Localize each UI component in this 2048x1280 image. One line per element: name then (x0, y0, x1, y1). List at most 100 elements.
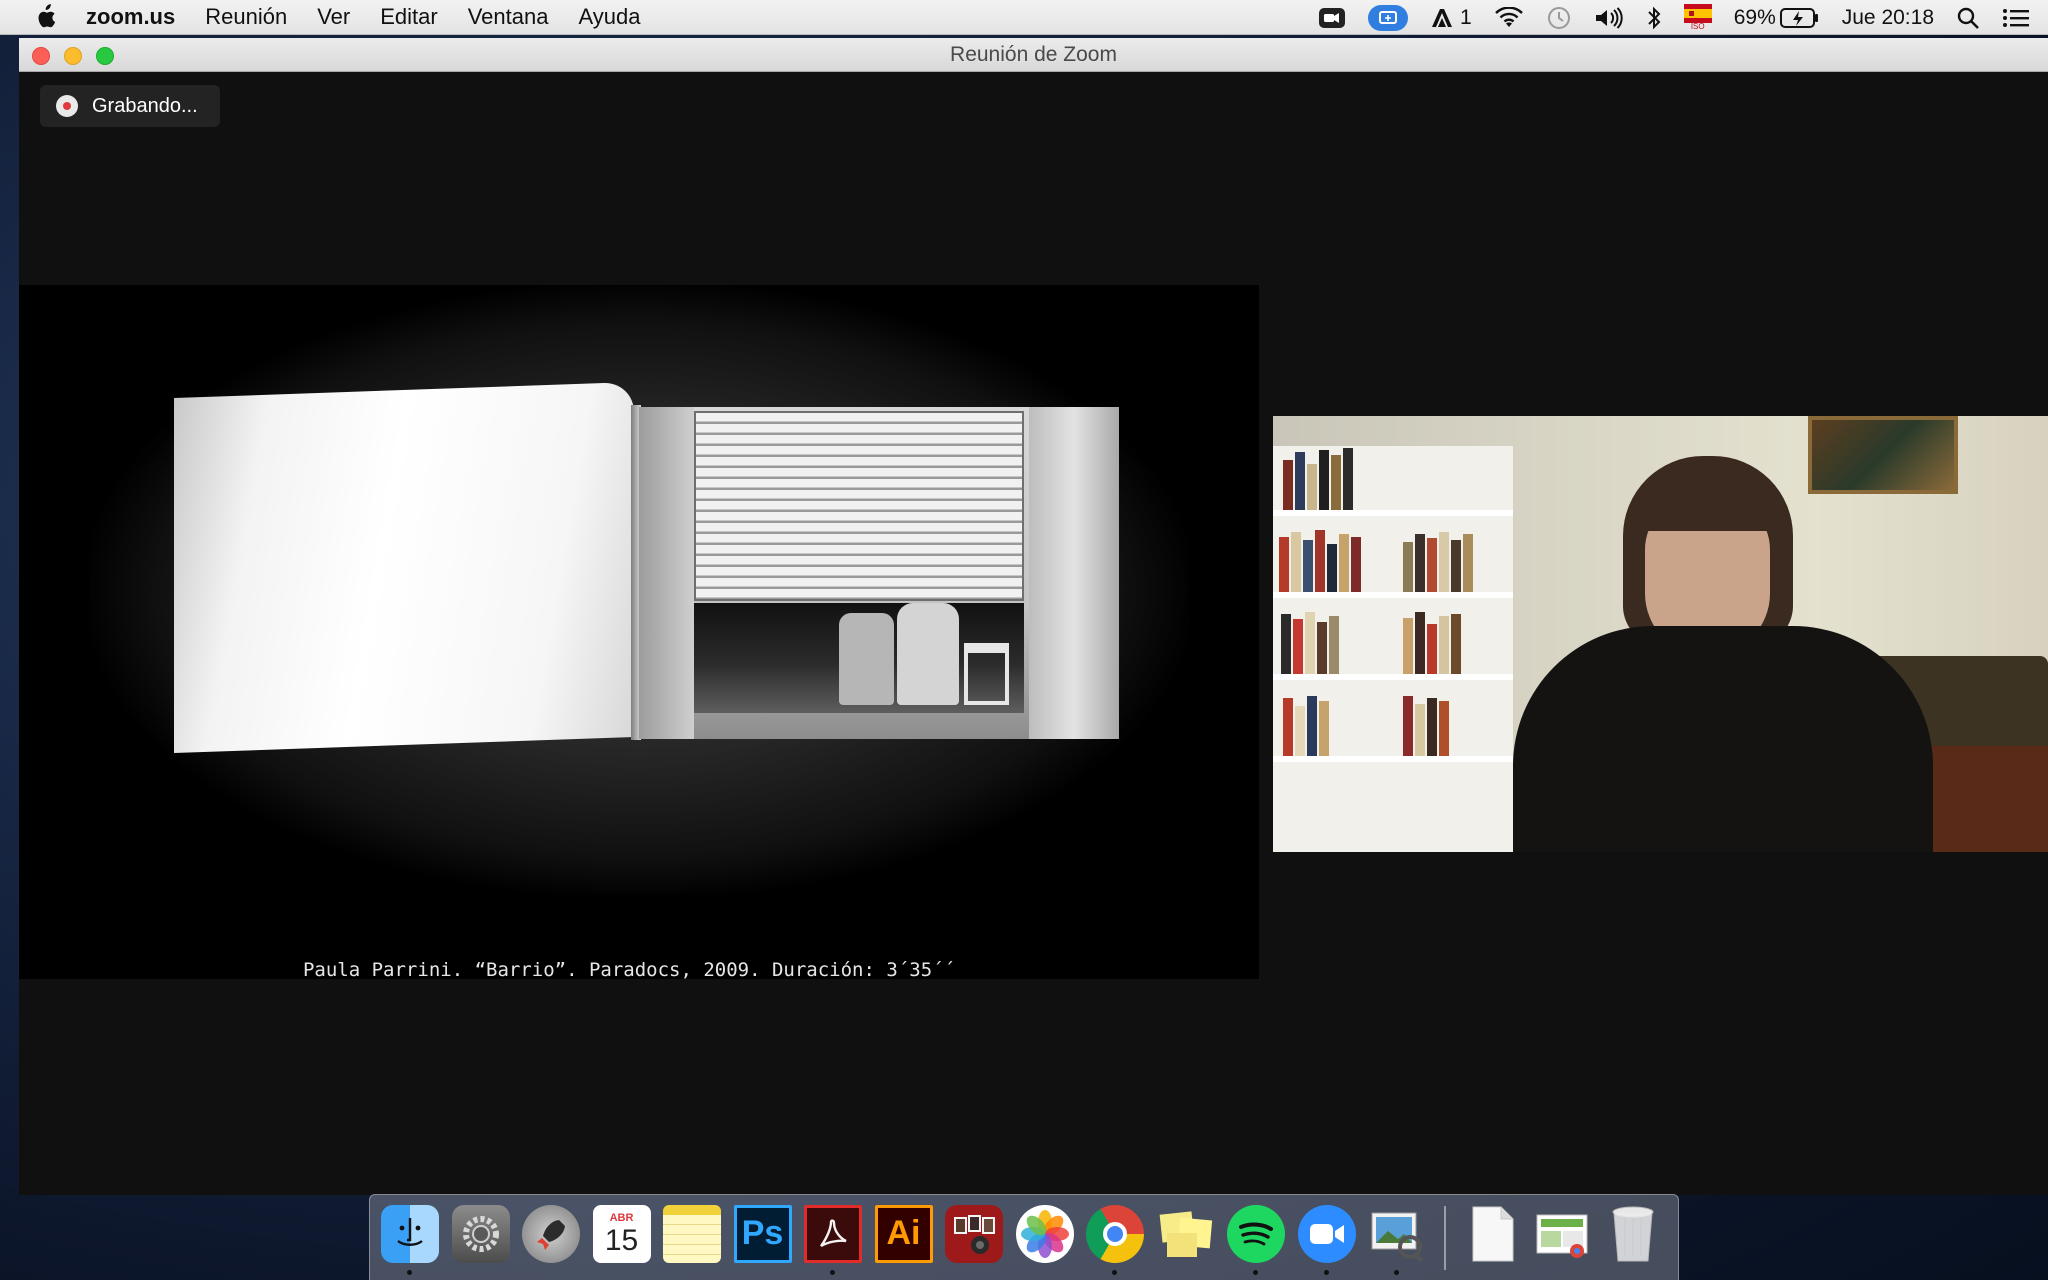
photo-booth-icon (945, 1204, 1003, 1263)
record-icon (56, 95, 78, 117)
battery-percent: 69% (1733, 5, 1776, 29)
dock-separator (1443, 1205, 1446, 1270)
adobe-creative-cloud-icon[interactable]: 1 (1430, 6, 1472, 30)
dock-item-stickies[interactable] (1156, 1205, 1216, 1271)
zoom-icon (1297, 1204, 1356, 1263)
dock-item-photo-booth[interactable] (944, 1204, 1004, 1271)
app-name-menu[interactable]: zoom.us (86, 4, 175, 30)
calendar-month: ABR (609, 1211, 634, 1224)
running-indicator (1112, 1269, 1117, 1275)
status-area: 1 ISO 69% Jue 20:18 (1296, 0, 2030, 35)
running-indicator (830, 1269, 835, 1275)
menu-ayuda[interactable]: Ayuda (578, 4, 640, 30)
recording-label: Grabando... (92, 94, 198, 117)
menu-ver[interactable]: Ver (317, 4, 350, 30)
downloads-stack-icon (1533, 1205, 1591, 1263)
preview-icon (1368, 1205, 1426, 1263)
dock: ABR 15 Ps Ai (369, 1194, 1679, 1280)
shared-screen[interactable]: Paula Parrini. “Barrio”. Paradocs, 2009.… (19, 285, 1259, 981)
dock-item-launchpad[interactable] (521, 1204, 581, 1271)
menu-ventana[interactable]: Ventana (468, 4, 549, 30)
recording-indicator[interactable]: Grabando... (40, 85, 220, 127)
photo-seated-person (897, 603, 959, 705)
participant-video[interactable] (1273, 416, 2048, 852)
dock-item-trash[interactable] (1603, 1205, 1663, 1271)
illustrator-icon: Ai (874, 1204, 933, 1263)
stickies-icon (1157, 1205, 1215, 1263)
participant-bangs (1638, 471, 1778, 531)
menu-reunion[interactable]: Reunión (205, 4, 287, 30)
document-icon (1463, 1205, 1521, 1263)
photo-seated-person (839, 613, 894, 705)
dock-item-illustrator[interactable]: Ai (874, 1204, 934, 1271)
photobook-right-page-photo (639, 407, 1119, 739)
adobe-count: 1 (1460, 5, 1472, 29)
rocket-icon (522, 1204, 580, 1263)
minimize-window-button[interactable] (64, 47, 82, 65)
battery-status[interactable]: 69% (1734, 6, 1820, 30)
bookshelf (1273, 446, 1513, 852)
dock-item-notes[interactable] (662, 1204, 722, 1271)
dock-item-photos[interactable] (1015, 1204, 1075, 1271)
participant-body (1513, 626, 1933, 852)
notification-center-icon[interactable] (2002, 7, 2030, 29)
dock-item-zoom[interactable] (1297, 1204, 1357, 1275)
spotify-icon (1227, 1204, 1285, 1263)
running-indicator (1394, 1269, 1399, 1275)
bookshelf-row (1273, 446, 1513, 516)
time-machine-icon[interactable] (1546, 5, 1572, 31)
running-indicator (1323, 1269, 1329, 1275)
input-source-label: ISO (1690, 22, 1705, 31)
bookshelf-row (1273, 692, 1513, 762)
photo-wall-left (639, 407, 694, 739)
calendar-icon: ABR 15 (592, 1204, 651, 1263)
dock-item-calendar[interactable]: ABR 15 (592, 1204, 652, 1271)
dock-item-spotify[interactable] (1226, 1204, 1286, 1275)
window-title: Reunión de Zoom (950, 42, 1117, 66)
volume-icon[interactable] (1594, 6, 1624, 29)
clock[interactable]: Jue 20:18 (1842, 6, 1934, 30)
bookshelf-row (1273, 610, 1513, 680)
menu-editar[interactable]: Editar (380, 4, 437, 30)
menu-bar: zoom.us Reunión Ver Editar Ventana Ayuda… (0, 0, 2048, 35)
zoom-meeting-window: Reunión de Zoom Grabando... Paula Parrin… (19, 38, 2048, 1195)
photoshop-icon: Ps (733, 1204, 792, 1263)
dock-item-preview[interactable] (1367, 1205, 1427, 1275)
dock-item-document[interactable] (1462, 1205, 1522, 1271)
finder-icon (381, 1204, 439, 1263)
video-caption: Paula Parrini. “Barrio”. Paradocs, 2009.… (302, 959, 956, 981)
illustrator-label: Ai (886, 1214, 921, 1252)
dock-item-chrome[interactable] (1085, 1204, 1145, 1275)
zoom-camera-icon[interactable] (1318, 6, 1346, 30)
calendar-day: 15 (604, 1223, 639, 1257)
input-source-flag-icon[interactable]: ISO (1683, 4, 1712, 31)
running-indicator (407, 1269, 412, 1275)
notes-icon (663, 1204, 721, 1263)
running-indicator (1253, 1269, 1258, 1275)
dock-item-photoshop[interactable]: Ps (733, 1204, 793, 1271)
photoshop-label: Ps (741, 1214, 784, 1252)
acrobat-icon (804, 1204, 862, 1263)
photo-rolling-shutter (694, 411, 1024, 601)
photos-icon (1015, 1204, 1074, 1263)
fullscreen-window-button[interactable] (96, 47, 114, 65)
spotlight-search-icon[interactable] (1956, 6, 1980, 30)
wifi-icon[interactable] (1494, 6, 1524, 29)
dock-item-acrobat[interactable] (803, 1204, 863, 1275)
apple-menu-icon[interactable] (30, 2, 60, 32)
dock-item-finder[interactable] (380, 1204, 440, 1275)
photo-wall-right (1029, 407, 1119, 739)
dock-item-system-preferences[interactable] (451, 1204, 511, 1271)
photobook-left-page (174, 381, 634, 754)
gear-icon (451, 1204, 510, 1263)
close-window-button[interactable] (32, 47, 50, 65)
trash-icon (1604, 1205, 1662, 1263)
bookshelf-row (1273, 528, 1513, 598)
wall-painting (1808, 416, 1958, 494)
chrome-icon (1086, 1204, 1144, 1263)
photo-plastic-chair (964, 643, 1009, 705)
screen-share-status-icon[interactable] (1368, 4, 1409, 31)
bluetooth-icon[interactable] (1646, 6, 1662, 30)
dock-item-downloads-stack[interactable] (1532, 1205, 1592, 1271)
window-titlebar[interactable]: Reunión de Zoom (19, 38, 2048, 72)
